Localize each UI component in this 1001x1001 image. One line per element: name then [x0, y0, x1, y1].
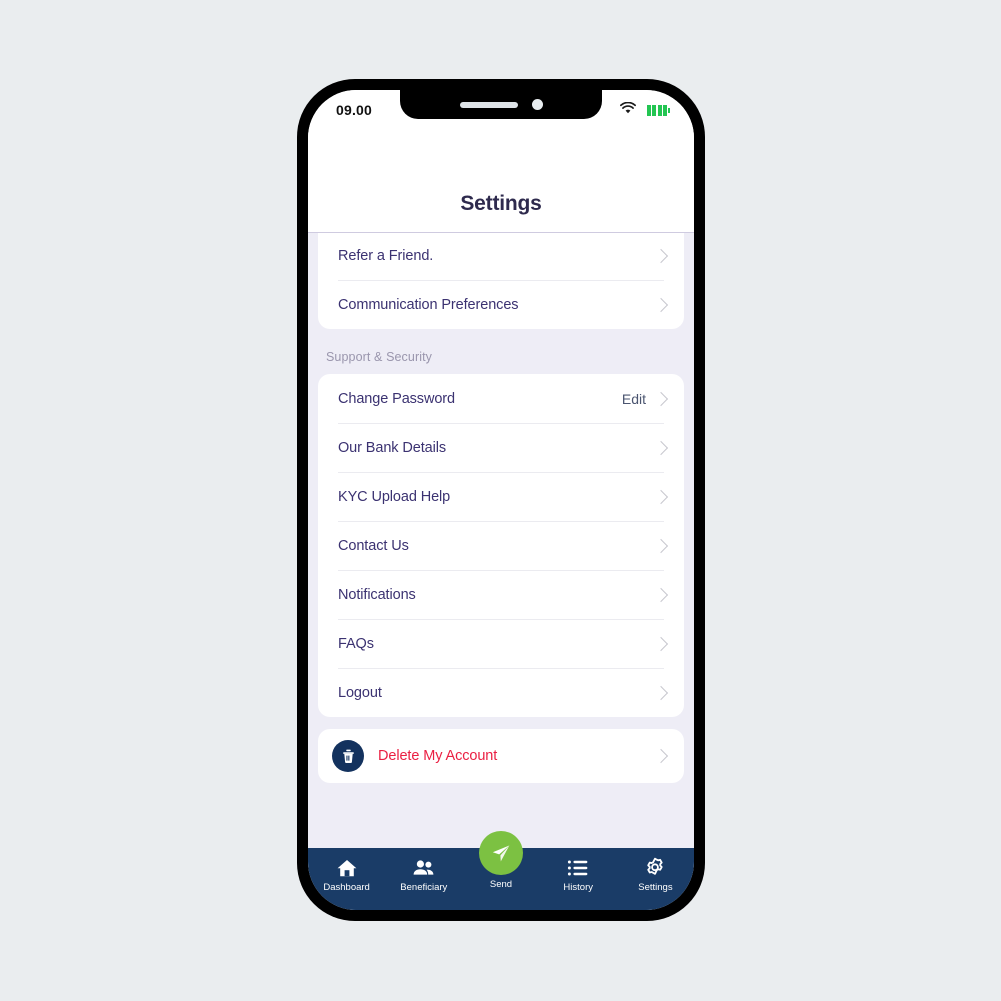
nav-label: Dashboard — [323, 882, 370, 893]
battery-icon — [646, 104, 670, 116]
battery-bars — [646, 104, 667, 116]
chevron-right-icon — [653, 636, 669, 651]
battery-tip — [668, 107, 670, 113]
support-security-card: Change Password Edit Our Bank Details KY… — [318, 374, 684, 717]
chevron-right-icon — [653, 391, 669, 406]
row-label: KYC Upload Help — [338, 488, 451, 505]
row-label: FAQs — [338, 635, 374, 652]
page-title: Settings — [460, 192, 542, 215]
chevron-right-icon — [653, 440, 669, 455]
delete-account-card: Delete My Account — [318, 729, 684, 783]
row-label: Delete My Account — [378, 748, 498, 764]
chevron-right-icon — [653, 748, 669, 764]
nav-label: History — [563, 882, 593, 893]
row-label: Logout — [338, 684, 382, 701]
edit-button[interactable]: Edit — [622, 391, 646, 407]
home-icon — [336, 857, 358, 878]
chevron-right-icon — [653, 587, 669, 602]
phone-device: 09.00 Settings Refer a Friend. Communica… — [297, 79, 705, 921]
nav-label: Settings — [638, 882, 673, 893]
front-camera — [531, 99, 543, 110]
nav-item-dashboard[interactable]: Dashboard — [308, 857, 385, 893]
chevron-right-icon — [653, 685, 669, 700]
status-indicators — [619, 101, 670, 119]
status-time: 09.00 — [336, 102, 373, 118]
settings-scroll-area[interactable]: Refer a Friend. Communication Preference… — [308, 232, 694, 848]
scrollbar[interactable] — [688, 233, 692, 848]
row-label: Our Bank Details — [338, 439, 446, 456]
row-label: Communication Preferences — [338, 296, 519, 313]
phone-notch — [400, 90, 602, 119]
paper-plane-icon — [492, 845, 510, 862]
list-item-change-password[interactable]: Change Password Edit — [318, 374, 684, 423]
list-item-bank-details[interactable]: Our Bank Details — [318, 423, 684, 472]
nav-label: Beneficiary — [400, 882, 448, 893]
bottom-navigation: Dashboard Beneficiary Send History Setti… — [308, 831, 694, 910]
list-item-faqs[interactable]: FAQs — [318, 619, 684, 668]
gear-icon — [644, 857, 666, 878]
phone-screen: 09.00 Settings Refer a Friend. Communica… — [308, 90, 694, 910]
nav-item-send[interactable]: Send — [462, 831, 539, 890]
list-item[interactable]: Refer a Friend. — [318, 233, 684, 280]
nav-item-history[interactable]: History — [540, 857, 617, 893]
row-label: Refer a Friend. — [338, 247, 434, 264]
page-canvas: 09.00 Settings Refer a Friend. Communica… — [0, 0, 1001, 1001]
list-item-notifications[interactable]: Notifications — [318, 570, 684, 619]
account-card: Refer a Friend. Communication Preference… — [318, 233, 684, 329]
nav-label: Send — [489, 879, 513, 890]
chevron-right-icon — [653, 538, 669, 553]
section-header-support-security: Support & Security — [326, 350, 433, 364]
chevron-right-icon — [653, 248, 669, 263]
list-item-logout[interactable]: Logout — [318, 668, 684, 717]
people-icon — [412, 857, 436, 878]
trash-icon — [332, 740, 364, 772]
row-label: Notifications — [338, 586, 416, 603]
page-header: Settings — [308, 130, 694, 232]
chevron-right-icon — [653, 297, 669, 312]
send-fab-button[interactable] — [479, 831, 523, 875]
delete-my-account-button[interactable]: Delete My Account — [318, 729, 684, 783]
chevron-right-icon — [653, 489, 669, 504]
nav-item-settings[interactable]: Settings — [617, 857, 694, 893]
list-icon — [567, 857, 589, 878]
list-item-kyc-upload-help[interactable]: KYC Upload Help — [318, 472, 684, 521]
row-label: Contact Us — [338, 537, 409, 554]
nav-item-beneficiary[interactable]: Beneficiary — [385, 857, 462, 893]
row-label: Change Password — [338, 390, 455, 407]
list-item[interactable]: Communication Preferences — [318, 280, 684, 329]
list-item-contact-us[interactable]: Contact Us — [318, 521, 684, 570]
wifi-icon — [619, 101, 636, 119]
speaker-grille — [459, 101, 518, 108]
